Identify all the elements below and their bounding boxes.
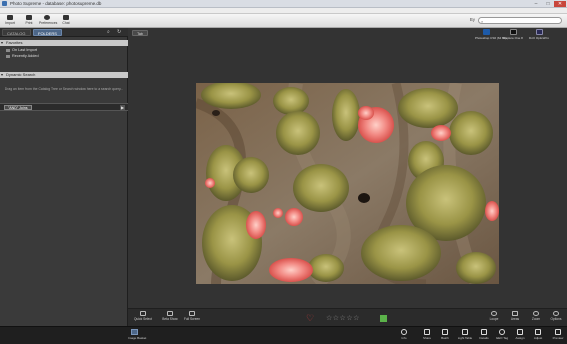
details-button[interactable]: Details — [476, 329, 492, 340]
search-box[interactable]: ⌕ — [478, 17, 562, 33]
lichen-photo — [196, 83, 499, 284]
options-button[interactable]: Options — [547, 311, 565, 321]
ext-app-photoshop[interactable]: Photoshop CS6 (64 Bit) — [475, 29, 507, 40]
folder-icon — [6, 48, 10, 52]
favorite-heart-icon[interactable]: ♡ — [306, 314, 314, 323]
collapse-icon: ▾ — [1, 72, 4, 77]
share-icon — [424, 329, 430, 335]
basket-icon — [130, 329, 138, 335]
options-icon — [553, 311, 559, 316]
info-icon — [401, 329, 407, 335]
favorite-item[interactable]: On Last Import — [6, 48, 37, 52]
fullscreen-icon — [189, 311, 195, 316]
details-icon — [481, 329, 487, 335]
zoom-button[interactable]: Zoom — [527, 311, 545, 321]
geotag-icon — [499, 329, 505, 335]
preview-button[interactable]: Preview — [550, 329, 566, 340]
app-icon — [2, 1, 7, 6]
adjust-button[interactable]: Adjust — [530, 329, 546, 340]
beta-show-button[interactable]: Beta Show — [161, 311, 179, 321]
ext-app-capture-one[interactable]: Capture One 8 — [502, 29, 524, 40]
zoom-icon — [533, 311, 539, 316]
view-tab[interactable]: Tab — [132, 30, 148, 36]
favorites-header[interactable]: ▾ Favorites — [0, 40, 128, 46]
gear-icon — [44, 15, 50, 20]
title-bar: Photo Supreme - database: photosupreme.d… — [0, 0, 567, 8]
areas-button[interactable]: Areas — [506, 311, 524, 321]
search-by-label[interactable]: By — [470, 17, 475, 22]
panel-tab-bar: CATALOG FOLDERS ⌕ ↻ — [0, 28, 128, 37]
print-button[interactable]: Print — [21, 15, 37, 27]
photo-preview[interactable] — [196, 83, 499, 284]
play-icon[interactable]: ▶ — [120, 105, 125, 110]
main-view: Tab Photoshop CS6 (64 Bit) Capture One 8… — [128, 28, 567, 333]
folder-icon — [6, 54, 10, 58]
chat-icon — [63, 15, 69, 20]
photo-control-bar: Quick Select Beta Show Full Screen ♡ ☆☆☆… — [128, 308, 567, 326]
rating-stars[interactable]: ☆☆☆☆☆ — [326, 314, 360, 323]
capture-one-icon — [509, 29, 517, 35]
image-basket-button[interactable]: Image Basket — [128, 329, 146, 340]
select-icon — [140, 311, 146, 316]
dynamic-search-hint: Drag an item from the Catalog Tree or Se… — [4, 87, 124, 91]
photo-supreme-app: Photo Supreme - database: photosupreme.d… — [0, 0, 567, 344]
tab-folders[interactable]: FOLDERS — [33, 29, 62, 36]
tab-catalog[interactable]: CATALOG — [2, 29, 31, 36]
info-button[interactable]: Info — [396, 329, 412, 340]
assign-icon — [517, 329, 523, 335]
batch-button[interactable]: Batch — [437, 329, 453, 340]
preview-icon — [555, 329, 561, 335]
action-bar: Image Basket Info Share Batch Light Tabl… — [0, 326, 567, 344]
search-icon: ⌕ — [481, 19, 484, 24]
maximize-button[interactable]: □ — [543, 1, 553, 7]
search-icon[interactable]: ⌕ — [107, 30, 110, 35]
left-panel: CATALOG FOLDERS ⌕ ↻ ▾ Favorites On Last … — [0, 28, 128, 333]
ext-app-dxo[interactable]: DxO OpticsPro — [528, 29, 550, 40]
photoshop-icon — [482, 29, 490, 35]
assign-button[interactable]: Assign — [512, 329, 528, 340]
minimize-button[interactable]: – — [531, 1, 541, 7]
and-joins-chip[interactable]: "AND" Joins — [4, 105, 32, 110]
import-icon — [7, 15, 13, 20]
preferences-button[interactable]: Preferences — [39, 15, 57, 27]
favorite-item[interactable]: Recently Added — [6, 54, 39, 58]
keyword-join-bar: "AND" Joins ▶ — [0, 103, 128, 111]
loupe-icon — [491, 311, 497, 316]
light-table-button[interactable]: Light Table — [457, 329, 473, 340]
window-title: Photo Supreme - database: photosupreme.d… — [10, 1, 102, 6]
close-button[interactable]: ✕ — [554, 1, 566, 7]
import-button[interactable]: Import — [2, 15, 18, 27]
toolbar: Import Print Preferences Chat By ⌕ — [0, 14, 567, 33]
dynamic-search-header[interactable]: ▾ Dynamic Search — [0, 72, 128, 78]
adjust-icon — [535, 329, 541, 335]
chat-button[interactable]: Chat — [58, 15, 74, 27]
full-screen-button[interactable]: Full Screen — [183, 311, 201, 321]
quick-select-button[interactable]: Quick Select — [134, 311, 152, 321]
share-button[interactable]: Share — [419, 329, 435, 340]
loupe-button[interactable]: Loupe — [485, 311, 503, 321]
color-label-swatch[interactable] — [380, 315, 387, 322]
print-icon — [26, 15, 32, 20]
dxo-icon — [535, 29, 543, 35]
areas-icon — [512, 311, 518, 316]
batch-icon — [442, 329, 448, 335]
lighttable-icon — [462, 329, 468, 335]
refresh-icon[interactable]: ↻ — [117, 30, 121, 35]
geo-tag-button[interactable]: GEO Tag — [494, 329, 510, 340]
collapse-icon: ▾ — [1, 40, 4, 45]
compare-icon — [167, 311, 173, 316]
